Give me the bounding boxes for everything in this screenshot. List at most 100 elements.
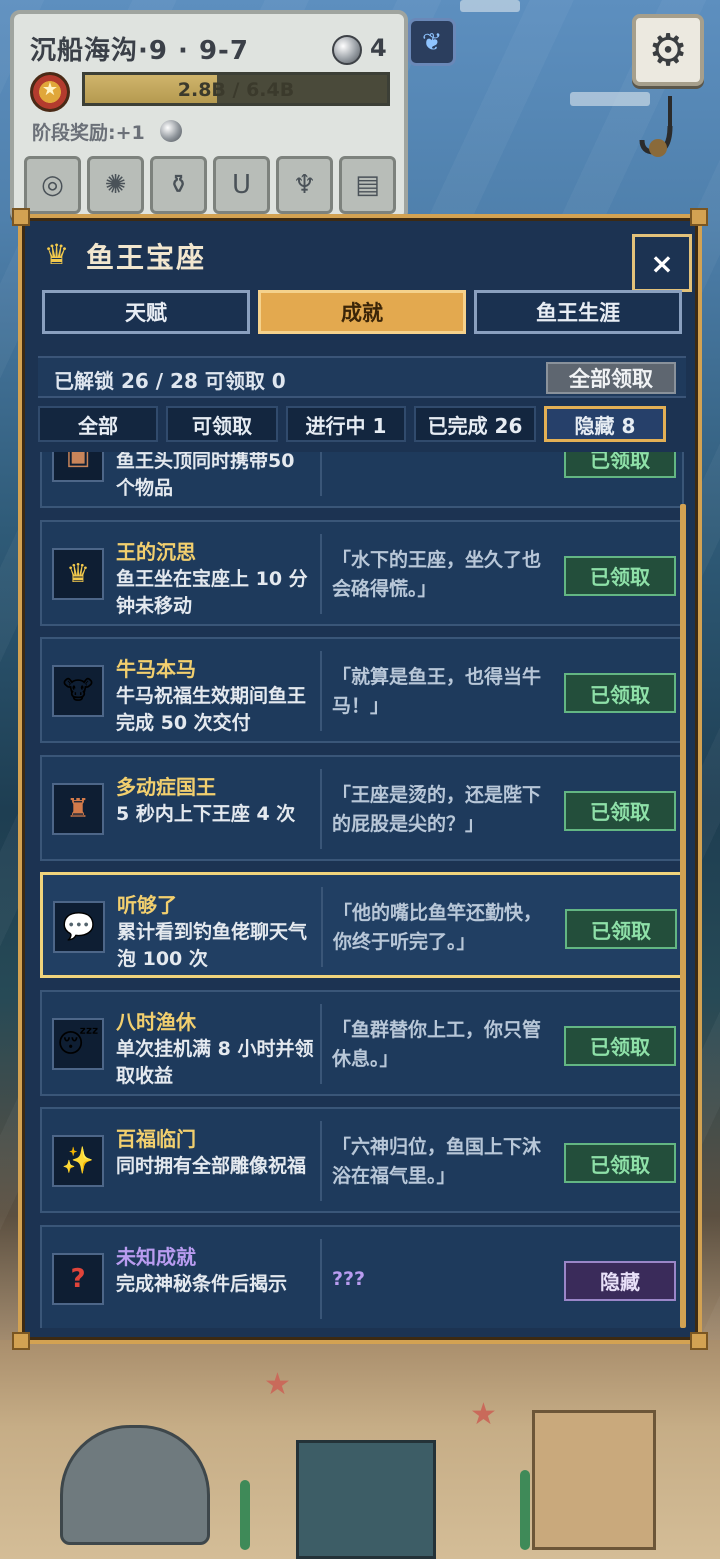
divider (320, 651, 322, 731)
achievement-quote: ??? (332, 1267, 366, 1290)
equipment-slot[interactable]: ▤ (339, 156, 396, 214)
panel-corner (12, 208, 30, 226)
panel-title: 鱼王宝座 (86, 241, 207, 274)
gear-icon: ⚙ (648, 24, 688, 76)
claimed-button[interactable]: 已领取 (564, 452, 676, 478)
pearl-count: 4 (370, 34, 387, 62)
stage-reward-label: 阶段奖励:+1 (32, 122, 145, 144)
pearl-icon (160, 120, 182, 142)
pearl-icon (332, 35, 362, 65)
achievement-name: 牛马本马 (116, 657, 196, 681)
achievement-quote: 「王座是烫的，还是陛下的屁股是尖的？」 (332, 783, 542, 835)
achievement-description: 牛马祝福生效期间鱼王完成 50 次交付 (116, 685, 307, 734)
panel-tabs: 天赋 成就 鱼王生涯 (42, 290, 682, 334)
tab-talent[interactable]: 天赋 (42, 290, 250, 334)
claimed-button[interactable]: 已领取 (565, 909, 677, 949)
starfish-icon: ★ (470, 1397, 497, 1432)
achievement-card[interactable]: ♜ 多动症国王 5 秒内上下王座 4 次 「王座是烫的，还是陛下的屁股是尖的？」 已领取 (40, 754, 684, 861)
level-progress-text: 2.8B / 6.4B (177, 79, 295, 101)
divider (320, 1121, 322, 1201)
crown-icon: ♛ (52, 547, 104, 600)
level-progress-bar: 2.8B / 6.4B (82, 72, 390, 106)
equipment-slot[interactable]: ✺ (87, 156, 144, 214)
settings-button[interactable]: ⚙ (632, 14, 704, 86)
panel-corner (12, 1332, 30, 1350)
achievement-card[interactable]: 💬 听够了 累计看到钓鱼佬聊天气泡 100 次「他的嘴比鱼竿还勤快，你终于听完了。」… (40, 872, 684, 978)
sunken-house (296, 1440, 436, 1559)
angel-icon: ♆ (292, 170, 317, 200)
achievement-card[interactable]: 🐮 牛马本马牛马祝福生效期间鱼王完成 50 次交付 「就算是鱼王，也得当牛马！」 已领… (40, 637, 684, 743)
achievement-name: 八时渔休 (116, 1009, 196, 1034)
achievement-quote: 「水下的王座，坐久了也会硌得慌。」 (332, 548, 542, 600)
equipment-slot[interactable]: U (213, 156, 270, 214)
level-title: 沉船海沟·9 · 9-7 (30, 36, 249, 66)
claimed-button[interactable]: 已领取 (564, 1025, 676, 1066)
achievement-quote: 「就算是鱼王，也得当牛马！」 (332, 666, 542, 717)
filter-bar: 全部 可领取 进行中 1 已完成 26 隐藏 8 (38, 406, 688, 442)
sand-castle (532, 1410, 656, 1550)
divider (320, 452, 322, 496)
wings-icon: ❦ (421, 28, 443, 56)
filter-claimable[interactable]: 可领取 (166, 406, 278, 442)
gear-part-icon: ✺ (104, 170, 127, 200)
filter-completed[interactable]: 已完成 26 (414, 406, 536, 442)
level-hud: 沉船海沟·9 · 9-7 4 ★ 2.8B / 6.4B 阶段奖励:+1 ◎ ✺ ⚱… (10, 10, 408, 222)
achievement-list[interactable]: ▣鱼王头顶同时携带50 个物品行。」已领取♛王的沉思鱼王坐在宝座上 10 分钟未… (38, 452, 684, 1328)
achievement-card[interactable]: ✨ 百福临门 同时拥有全部雕像祝福 「六神归位，鱼国上下沐浴在福气里。」 已领取 (40, 1107, 684, 1213)
claimed-button[interactable]: 已领取 (564, 673, 676, 713)
claimed-button[interactable]: 已领取 (564, 1143, 676, 1183)
achievement-description: 累计看到钓鱼佬聊天气泡 100 次 (117, 921, 308, 970)
divider (320, 768, 322, 849)
turbine-icon: ◎ (41, 170, 64, 200)
equipment-slots: ◎ ✺ ⚱ U ♆ ▤ (24, 156, 398, 214)
seaweed (520, 1470, 530, 1550)
achievement-card[interactable]: 😴 八时渔休单次挂机满 8 小时并领取收益 「鱼群替你上工，你只管休息。」 已领取 (40, 989, 684, 1096)
tab-achievement[interactable]: 成就 (258, 290, 466, 334)
unlock-summary: 已解锁 26 / 28 可领取 0 (54, 369, 286, 393)
panel-corner (690, 1332, 708, 1350)
scrollbar[interactable] (680, 504, 686, 1328)
achievement-summary: 已解锁 26 / 28 可领取 0 全部领取 (38, 356, 686, 398)
achievement-quote: 「他的嘴比鱼竿还勤快，你终于听完了。」 (333, 902, 543, 953)
achievement-card[interactable]: ? 未知成就 完成神秘条件后揭示??? 隐藏 (40, 1224, 684, 1328)
achievement-description: 鱼王头顶同时携带50 个物品 (116, 452, 295, 499)
divider (320, 533, 322, 614)
cave-rock (60, 1425, 210, 1545)
panel-corner (690, 208, 708, 226)
achievement-quote: 「鱼群替你上工，你只管休息。」 (332, 1018, 542, 1070)
pot-icon: ⚱ (167, 170, 190, 200)
equipment-slot[interactable]: ◎ (24, 156, 81, 214)
achievement-quote: 行。」 (332, 452, 556, 457)
box-icon: ▣ (52, 452, 104, 482)
speech-bubble-icon: 💬 (53, 901, 105, 953)
achievement-card[interactable]: ▣ 鱼王头顶同时携带50 个物品 行。」 已领取 (40, 452, 684, 508)
achievement-description: 单次挂机满 8 小时并领取收益 (116, 1037, 314, 1087)
achievement-description: 5 秒内上下王座 4 次 (116, 802, 296, 825)
fish-king-throne-panel: ♛ 鱼王宝座 × 天赋 成就 鱼王生涯 已解锁 26 / 28 可领取 0 全部领取… (12, 208, 708, 1350)
filter-all[interactable]: 全部 (38, 406, 158, 442)
tab-career[interactable]: 鱼王生涯 (474, 290, 682, 334)
achievement-name: 王的沉思 (116, 539, 196, 564)
claim-all-button[interactable]: 全部领取 (546, 362, 676, 394)
achievement-card[interactable]: ♛ 王的沉思 鱼王坐在宝座上 10 分钟未移动 「水下的王座，坐久了也会硌得慌。」 已领… (40, 519, 684, 626)
achievement-name: 未知成就 (116, 1244, 196, 1269)
equipment-slot[interactable]: ♆ (276, 156, 333, 214)
seaweed (240, 1480, 250, 1550)
sleepy-face-icon: 😴 (52, 1017, 104, 1070)
hidden-status-badge: 隐藏 (564, 1260, 676, 1301)
achievement-name: 多动症国王 (116, 774, 216, 799)
divider (320, 1238, 322, 1319)
filter-hidden[interactable]: 隐藏 8 (544, 406, 666, 442)
claimed-button[interactable]: 已领取 (564, 790, 676, 831)
equipment-slot[interactable]: ⚱ (150, 156, 207, 214)
divider (321, 887, 323, 967)
claimed-button[interactable]: 已领取 (564, 555, 676, 596)
close-button[interactable]: × (632, 234, 692, 292)
cow-icon: 🐮 (52, 665, 104, 717)
crown-icon: ♛ (44, 238, 70, 271)
wings-button[interactable]: ❦ (408, 18, 456, 66)
fishing-hook-icon (639, 96, 673, 157)
starfish-icon: ★ (264, 1367, 291, 1402)
filter-in-progress[interactable]: 进行中 1 (286, 406, 406, 442)
chair-icon: ♜ (52, 782, 104, 835)
